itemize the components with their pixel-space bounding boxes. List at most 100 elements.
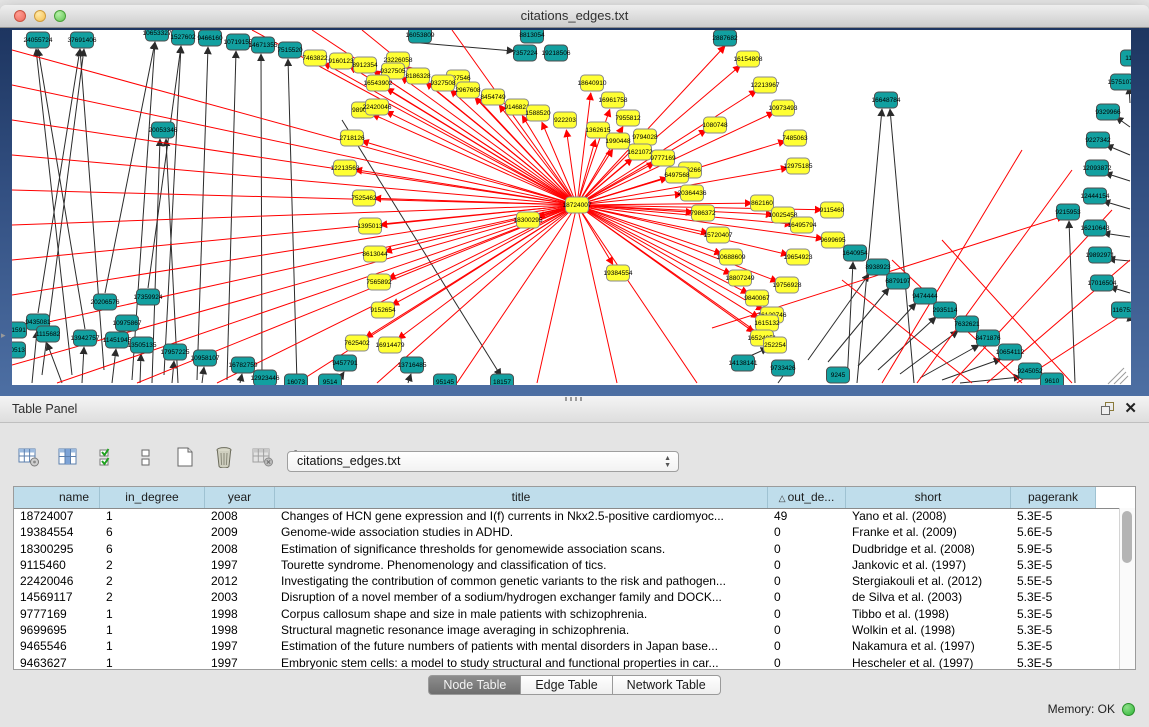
table-cell[interactable]: 1 xyxy=(100,655,205,669)
table-cell[interactable]: Structural magnetic resonance image aver… xyxy=(275,622,768,638)
graph-node[interactable]: 19654923 xyxy=(784,249,813,265)
graph-node[interactable]: 7565892 xyxy=(366,274,392,290)
table-row[interactable]: 969969511998Structural magnetic resonanc… xyxy=(14,622,1120,638)
graph-node[interactable]: 24055724 xyxy=(24,32,53,48)
graph-node[interactable]: 7525462 xyxy=(351,190,377,206)
graph-node[interactable]: 1117 xyxy=(1121,50,1132,66)
table-cell[interactable]: 6 xyxy=(100,541,205,557)
graph-node[interactable]: 12213563 xyxy=(331,160,360,176)
graph-node[interactable]: 16495794 xyxy=(788,217,817,233)
graph-edge[interactable] xyxy=(778,376,783,383)
graph-node[interactable]: 9160123 xyxy=(328,53,354,69)
table-selector-dropdown[interactable]: citations_edges.txt ▲▼ xyxy=(287,451,679,472)
graph-node[interactable]: 16782759 xyxy=(229,357,258,373)
table-cell[interactable]: 2 xyxy=(100,589,205,605)
table-cell[interactable]: 22420046 xyxy=(14,573,100,589)
table-cell[interactable]: Stergiakouli et al. (2012) xyxy=(846,573,1011,589)
graph-node[interactable]: 2718126 xyxy=(339,130,365,146)
graph-edge[interactable] xyxy=(942,240,1072,383)
graph-node[interactable]: 9457791 xyxy=(332,355,358,371)
graph-node[interactable]: 17359924 xyxy=(134,289,163,305)
graph-node[interactable]: 9327508 xyxy=(430,75,456,91)
table-cell[interactable]: 9463627 xyxy=(14,655,100,669)
graph-node[interactable]: 9245 xyxy=(827,367,850,383)
graph-node[interactable]: 10653327 xyxy=(143,30,172,41)
graph-node[interactable]: 95145 xyxy=(434,374,457,385)
new-table-icon[interactable] xyxy=(172,444,198,470)
column-header-pagerank[interactable]: pagerank xyxy=(1011,487,1096,508)
graph-node[interactable]: 8912354 xyxy=(352,57,378,73)
table-cell[interactable]: 2008 xyxy=(205,508,275,524)
graph-node[interactable]: 1588520 xyxy=(525,105,551,121)
graph-node[interactable]: 19892971 xyxy=(1086,247,1115,263)
graph-node[interactable]: 1990448 xyxy=(605,133,631,149)
graph-node[interactable]: 922203 xyxy=(554,112,577,128)
table-row[interactable]: 911546021997Tourette syndrome. Phenomeno… xyxy=(14,557,1120,573)
graph-node[interactable]: 16961758 xyxy=(599,92,628,108)
table-cell[interactable]: Tibbo et al. (1998) xyxy=(846,606,1011,622)
graph-node[interactable]: 9466160 xyxy=(197,30,223,46)
table-cell[interactable]: 0 xyxy=(768,524,846,540)
table-cell[interactable]: 0 xyxy=(768,589,846,605)
graph-node[interactable]: 16053809 xyxy=(406,30,435,43)
graph-edge[interactable] xyxy=(920,345,979,378)
table-cell[interactable]: Genome-wide association studies in ADHD. xyxy=(275,524,768,540)
graph-node[interactable]: 9329966 xyxy=(1095,104,1121,120)
network-canvas[interactable]: 1872400774638229160123891235423226058932… xyxy=(12,30,1131,385)
graph-edge[interactable] xyxy=(878,317,936,370)
table-cell[interactable]: de Silva et al. (2003) xyxy=(846,589,1011,605)
graph-edge[interactable] xyxy=(385,205,577,252)
graph-edge[interactable] xyxy=(261,54,262,383)
table-cell[interactable]: 1 xyxy=(100,606,205,622)
column-header-out_de[interactable]: △out_de... xyxy=(768,487,846,508)
graph-node[interactable]: 1527602 xyxy=(170,30,196,45)
table-cell[interactable]: 9777169 xyxy=(14,606,100,622)
delete-columns-icon[interactable] xyxy=(211,444,237,470)
table-cell[interactable]: Nakamura et al. (1997) xyxy=(846,638,1011,654)
table-cell[interactable]: 49 xyxy=(768,508,846,524)
table-cell[interactable]: 5.6E-5 xyxy=(1011,524,1096,540)
graph-node[interactable]: 10688609 xyxy=(717,249,746,265)
table-cell[interactable]: 9699695 xyxy=(14,622,100,638)
graph-node[interactable]: 8471876 xyxy=(975,330,1001,346)
window-titlebar[interactable]: citations_edges.txt xyxy=(0,5,1149,28)
select-all-icon[interactable] xyxy=(94,444,120,470)
table-cell[interactable]: Embryonic stem cells: a model to study s… xyxy=(275,655,768,669)
graph-node[interactable]: 7515520 xyxy=(277,42,303,58)
table-cell[interactable]: 9115460 xyxy=(14,557,100,573)
graph-node[interactable]: 2935114 xyxy=(933,302,958,318)
graph-node[interactable]: 15720407 xyxy=(704,227,733,243)
table-cell[interactable]: 1 xyxy=(100,622,205,638)
column-header-year[interactable]: year xyxy=(205,487,275,508)
table-cell[interactable]: Franke et al. (2009) xyxy=(846,524,1011,540)
table-cell[interactable]: 14569117 xyxy=(14,589,100,605)
tab-edge-table[interactable]: Edge Table xyxy=(521,675,612,695)
table-row[interactable]: 977716911998Corpus callosum shape and si… xyxy=(14,606,1120,622)
table-options-icon[interactable] xyxy=(16,444,42,470)
graph-node[interactable]: 10975867 xyxy=(113,315,142,331)
column-header-name[interactable]: name xyxy=(14,487,100,508)
graph-node[interactable]: 12923446 xyxy=(251,370,280,385)
table-cell[interactable]: 0 xyxy=(768,573,846,589)
graph-edge[interactable] xyxy=(47,343,62,383)
graph-node[interactable]: 17957225 xyxy=(161,344,190,360)
graph-edge[interactable] xyxy=(105,42,155,293)
graph-edge[interactable] xyxy=(1103,201,1130,209)
graph-edge[interactable] xyxy=(227,51,236,380)
graph-node[interactable]: 37691406 xyxy=(68,32,97,48)
graph-edge[interactable] xyxy=(82,347,84,383)
column-header-title[interactable]: title xyxy=(275,487,768,508)
graph-node[interactable]: 13942757 xyxy=(71,330,100,346)
graph-edge[interactable] xyxy=(374,198,577,205)
tab-node-table[interactable]: Node Table xyxy=(428,675,521,695)
graph-edge[interactable] xyxy=(577,93,591,205)
graph-node[interactable]: 7632621 xyxy=(954,316,980,332)
table-cell[interactable]: Estimation of significance thresholds fo… xyxy=(275,541,768,557)
graph-node[interactable]: 2967608 xyxy=(455,82,481,98)
graph-node[interactable]: 12093872 xyxy=(1083,160,1112,176)
graph-edge[interactable] xyxy=(847,262,853,383)
vertical-scrollbar[interactable] xyxy=(1119,508,1135,669)
graph-node[interactable]: 2887682 xyxy=(712,30,738,46)
table-cell[interactable]: 1997 xyxy=(205,557,275,573)
column-header-in_degree[interactable]: in_degree xyxy=(100,487,205,508)
